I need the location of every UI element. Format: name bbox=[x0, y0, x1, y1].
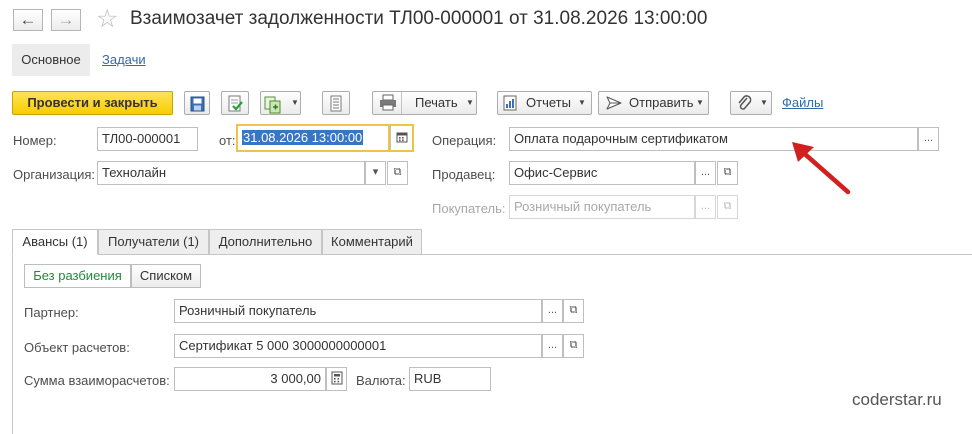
post-and-close-button[interactable]: Провести и закрыть bbox=[12, 91, 173, 115]
organization-dropdown-button[interactable]: ▾ bbox=[365, 161, 386, 185]
save-button[interactable] bbox=[184, 91, 210, 115]
settlement-object-field[interactable]: Сертификат 5 000 3000000000001 bbox=[174, 334, 542, 358]
arrow-right-icon: → bbox=[57, 10, 75, 29]
annotation-arrow-icon bbox=[792, 142, 851, 195]
ellipsis-icon: ... bbox=[700, 166, 711, 178]
ellipsis-icon: ... bbox=[547, 304, 558, 316]
chevron-down-icon: ▼ bbox=[578, 98, 586, 107]
ellipsis-icon: ... bbox=[547, 339, 558, 351]
tab-advances[interactable]: Авансы (1) bbox=[12, 229, 98, 255]
arrow-left-icon: ← bbox=[19, 10, 37, 29]
calendar-icon bbox=[396, 132, 407, 143]
send-button[interactable]: Отправить ▼ bbox=[598, 91, 709, 115]
partner-label: Партнер: bbox=[24, 305, 79, 320]
tab-additional[interactable]: Дополнительно bbox=[209, 229, 322, 255]
chevron-down-icon: ▼ bbox=[466, 98, 474, 107]
files-link[interactable]: Файлы bbox=[782, 95, 823, 110]
date-value: 31.08.2026 13:00:00 bbox=[242, 130, 364, 145]
nav-tasks-link[interactable]: Задачи bbox=[102, 52, 146, 67]
print-button[interactable]: Печать ▼ bbox=[372, 91, 477, 115]
calculator-button[interactable] bbox=[326, 367, 347, 391]
buyer-select-button: ... bbox=[695, 195, 716, 219]
buyer-field: Розничный покупатель bbox=[509, 195, 695, 219]
currency-label: Валюта: bbox=[356, 373, 406, 388]
organization-label: Организация: bbox=[13, 167, 96, 182]
settlement-object-open-button[interactable]: ⧉ bbox=[563, 334, 584, 358]
post-document-icon bbox=[228, 95, 243, 112]
settlement-object-select-button[interactable]: ... bbox=[542, 334, 563, 358]
printer-icon bbox=[380, 94, 396, 111]
number-label: Номер: bbox=[13, 133, 57, 148]
buyer-open-button: ⧉ bbox=[717, 195, 738, 219]
number-field[interactable]: ТЛ00-000001 bbox=[97, 127, 198, 151]
chevron-down-icon: ▼ bbox=[760, 98, 768, 107]
date-picker-button[interactable] bbox=[390, 124, 414, 152]
mode-no-split-button[interactable]: Без разбиения bbox=[24, 264, 131, 288]
ellipsis-icon: ... bbox=[700, 200, 711, 212]
seller-label: Продавец: bbox=[432, 167, 496, 182]
open-icon: ⧉ bbox=[569, 304, 578, 316]
open-icon: ⧉ bbox=[393, 166, 402, 178]
organization-open-button[interactable]: ⧉ bbox=[387, 161, 408, 185]
mode-list-button[interactable]: Списком bbox=[131, 264, 201, 288]
tab-comment[interactable]: Комментарий bbox=[322, 229, 422, 255]
open-icon: ⧉ bbox=[723, 200, 732, 212]
ellipsis-icon: ... bbox=[923, 132, 934, 144]
organization-field[interactable]: Технолайн bbox=[97, 161, 365, 185]
amount-field[interactable]: 3 000,00 bbox=[174, 367, 326, 391]
partner-select-button[interactable]: ... bbox=[542, 299, 563, 323]
partner-open-button[interactable]: ⧉ bbox=[563, 299, 584, 323]
currency-field[interactable]: RUB bbox=[409, 367, 491, 391]
favorite-star-icon[interactable]: ☆ bbox=[96, 6, 118, 32]
calculator-icon bbox=[331, 371, 342, 385]
partner-field[interactable]: Розничный покупатель bbox=[174, 299, 542, 323]
open-icon: ⧉ bbox=[569, 339, 578, 351]
watermark: coderstar.ru bbox=[852, 390, 942, 409]
date-label: от: bbox=[219, 133, 236, 148]
chevron-down-icon: ▼ bbox=[696, 98, 704, 107]
create-based-on-icon bbox=[264, 96, 281, 114]
seller-select-button[interactable]: ... bbox=[695, 161, 716, 185]
create-based-on-button[interactable]: ▼ bbox=[260, 91, 301, 115]
paperclip-icon bbox=[738, 95, 752, 110]
reports-icon bbox=[503, 95, 517, 111]
date-field[interactable]: 31.08.2026 13:00:00 bbox=[236, 124, 390, 152]
open-icon: ⧉ bbox=[723, 166, 732, 178]
reports-button[interactable]: Отчеты ▼ bbox=[497, 91, 592, 115]
seller-open-button[interactable]: ⧉ bbox=[717, 161, 738, 185]
forward-button[interactable]: → bbox=[51, 9, 81, 31]
attach-button[interactable]: ▼ bbox=[730, 91, 772, 115]
save-icon bbox=[190, 96, 205, 112]
amount-label: Сумма взаиморасчетов: bbox=[24, 373, 170, 388]
back-button[interactable]: ← bbox=[13, 9, 43, 31]
seller-field[interactable]: Офис-Сервис bbox=[509, 161, 695, 185]
document-list-icon bbox=[330, 95, 342, 112]
structure-button[interactable] bbox=[322, 91, 350, 115]
send-icon bbox=[606, 96, 622, 110]
settlement-object-label: Объект расчетов: bbox=[24, 340, 130, 355]
chevron-down-icon: ▼ bbox=[291, 98, 299, 107]
reports-label: Отчеты bbox=[526, 95, 571, 110]
post-button[interactable] bbox=[221, 91, 249, 115]
chevron-down-icon: ▾ bbox=[372, 166, 379, 178]
buyer-label: Покупатель: bbox=[432, 201, 506, 216]
operation-select-button[interactable]: ... bbox=[918, 127, 939, 151]
nav-main[interactable]: Основное bbox=[12, 44, 90, 76]
send-label: Отправить bbox=[629, 95, 694, 110]
operation-label: Операция: bbox=[432, 133, 497, 148]
page-title: Взаимозачет задолженности ТЛ00-000001 от… bbox=[130, 8, 708, 29]
tab-recipients[interactable]: Получатели (1) bbox=[98, 229, 209, 255]
print-label: Печать bbox=[415, 95, 458, 110]
